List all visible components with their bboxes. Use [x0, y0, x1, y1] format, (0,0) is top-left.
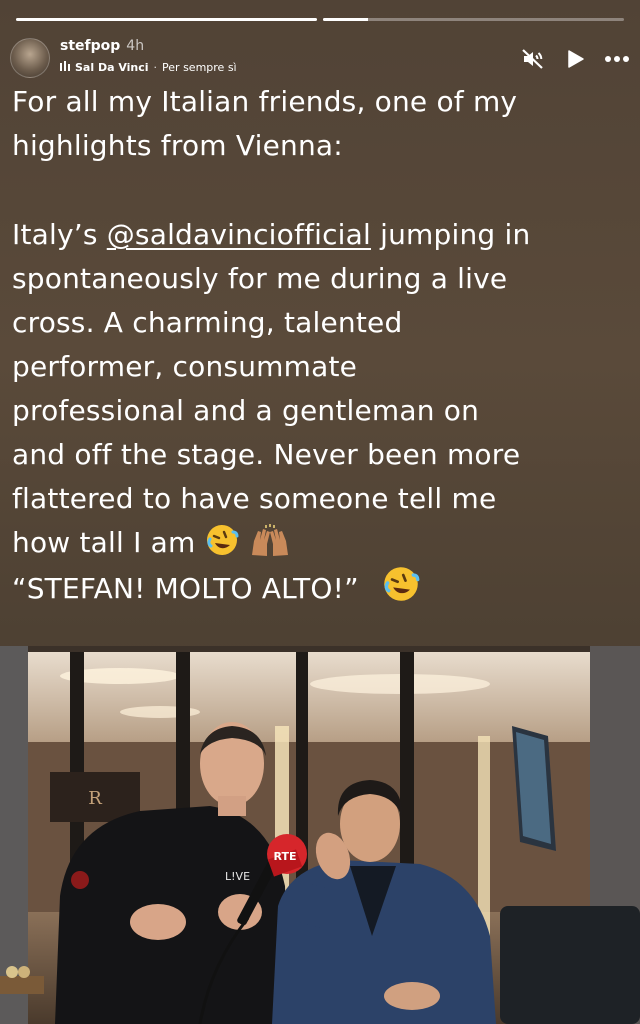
- music-bars-icon: [60, 61, 70, 74]
- rolling-laughing-emoji-icon: [382, 565, 420, 616]
- play-icon[interactable]: [562, 46, 588, 72]
- story-progress: [16, 18, 624, 21]
- rolling-laughing-emoji-icon: [205, 523, 239, 570]
- post-time: 4h: [126, 38, 145, 54]
- progress-segment-1: [16, 18, 317, 21]
- music-artist: Sal Da Vinci: [75, 61, 149, 74]
- caption-text: how tall I am: [12, 526, 196, 559]
- caption-line: and off the stage. Never been more: [12, 438, 521, 471]
- caption-line: how tall I am: [12, 521, 632, 565]
- caption-line: cross. A charming, talented: [12, 306, 403, 339]
- music-attribution[interactable]: Sal Da Vinci · Per sempre sì: [60, 61, 237, 74]
- caption-line: Italy’s @saldavinciofficial jumping in: [12, 213, 632, 257]
- story-photo: R L!VE RTE: [0, 646, 640, 1024]
- caption-line: flattered to have someone tell me: [12, 482, 497, 515]
- caption-text: Italy’s: [12, 218, 107, 251]
- caption-text: jumping in: [371, 218, 531, 251]
- caption-line: highlights from Vienna:: [12, 129, 343, 162]
- music-title: Per sempre sì: [162, 61, 237, 74]
- caption-line: performer, consummate: [12, 350, 358, 383]
- caption-line: professional and a gentleman on: [12, 394, 480, 427]
- avatar[interactable]: [10, 38, 50, 78]
- mention-link[interactable]: @saldavinciofficial: [107, 218, 371, 251]
- raising-hands-emoji-icon: [248, 523, 292, 570]
- username[interactable]: stefpop: [60, 38, 120, 54]
- caption-text: “STEFAN! MOLTO ALTO!”: [12, 572, 359, 605]
- progress-segment-2: [323, 18, 624, 21]
- muted-speaker-icon[interactable]: [520, 46, 546, 72]
- music-separator: ·: [153, 61, 158, 74]
- story-controls: [520, 46, 630, 72]
- more-options-icon[interactable]: [604, 46, 630, 72]
- caption-line: For all my Italian friends, one of my: [12, 85, 518, 118]
- hotel-lobby-photo: R L!VE RTE: [0, 646, 640, 1024]
- user-line: stefpop 4h: [60, 38, 144, 54]
- mic-flag-text: RTE: [274, 850, 297, 863]
- caption-line: “STEFAN! MOLTO ALTO!”: [12, 565, 632, 609]
- caption-line: spontaneously for me during a live: [12, 262, 508, 295]
- shirt-text: L!VE: [225, 870, 250, 883]
- story-viewer[interactable]: stefpop 4h Sal Da Vinci · Per sempre sì: [0, 0, 640, 1024]
- background-sign: R: [88, 788, 102, 809]
- story-header: stefpop 4h Sal Da Vinci · Per sempre sì: [10, 36, 630, 82]
- story-caption: For all my Italian friends, one of my hi…: [12, 80, 632, 609]
